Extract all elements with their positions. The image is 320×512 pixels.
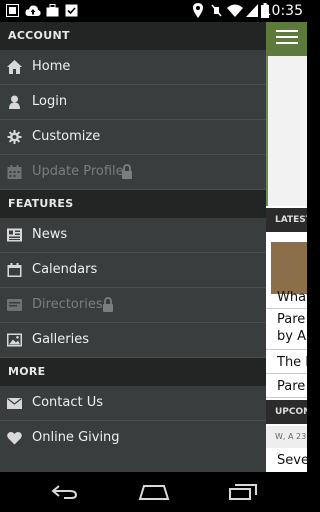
notification-icon (6, 4, 19, 17)
latest-section-header: LATEST (266, 208, 307, 232)
drawer-item-calendars[interactable]: Calendars (0, 253, 266, 288)
section-header-account: ACCOUNT (0, 22, 266, 50)
drawer-item-label: News (32, 227, 68, 242)
drawer-item-contact-us[interactable]: Contact Us (0, 386, 266, 421)
home-button[interactable] (138, 484, 170, 500)
envelope-icon (7, 398, 22, 409)
upcoming-section-header: UPCOM (266, 400, 307, 424)
event-row[interactable]: Seve (266, 450, 307, 472)
drawer-item-label: Galleries (32, 332, 89, 347)
heart-icon (7, 432, 22, 445)
news-row[interactable]: Pare (266, 375, 307, 398)
checkbox-icon (65, 4, 78, 17)
calendar-icon (7, 263, 22, 277)
background-app: LATEST What Pare by Al The I Pare UPCOM … (266, 22, 307, 472)
system-nav-bar (0, 472, 307, 512)
navigation-drawer: ACCOUNT Home Login Customize Update Prof… (0, 22, 266, 472)
directory-icon (7, 299, 22, 311)
event-date: W, A 23 (266, 426, 307, 448)
gear-icon (7, 130, 22, 144)
news-row[interactable]: The I (266, 351, 307, 374)
drawer-item-label: Login (32, 94, 68, 109)
drawer-item-label: Customize (32, 129, 101, 144)
drawer-item-galleries[interactable]: Galleries (0, 323, 266, 358)
drawer-item-directories[interactable]: Directories (0, 288, 266, 323)
hero-banner (266, 56, 307, 206)
drawer-item-update-profile[interactable]: Update Profile (0, 155, 266, 190)
drawer-item-label: Calendars (32, 262, 98, 277)
drawer-item-label: Update Profile (32, 164, 124, 179)
signal-icon (246, 4, 258, 17)
drawer-item-label: Home (32, 59, 71, 74)
news-row[interactable]: What (266, 286, 307, 309)
no-sound-icon (211, 4, 222, 17)
drawer-item-customize[interactable]: Customize (0, 120, 266, 155)
cloud-upload-icon (25, 5, 41, 16)
recents-button[interactable] (229, 484, 257, 500)
gallery-icon (7, 333, 22, 347)
user-icon (9, 95, 20, 109)
drawer-item-login[interactable]: Login (0, 85, 266, 120)
lock-icon (103, 297, 113, 312)
calendar-icon (7, 165, 22, 179)
drawer-item-label: Contact Us (32, 395, 103, 410)
drawer-item-label: Directories (32, 297, 103, 312)
section-header-more: MORE (0, 358, 266, 386)
drawer-item-online-giving[interactable]: Online Giving (0, 421, 266, 455)
drawer-item-label: Online Giving (32, 430, 120, 445)
lock-icon (122, 164, 132, 179)
news-icon (7, 228, 22, 242)
status-bar: 10:35 (0, 0, 307, 22)
briefcase-icon (46, 4, 59, 17)
menu-icon[interactable] (276, 30, 298, 48)
app-toolbar (266, 22, 307, 56)
news-row[interactable]: Pare (266, 310, 307, 330)
back-button[interactable] (50, 485, 78, 499)
status-time: 10:35 (262, 3, 303, 19)
home-icon (7, 60, 22, 74)
location-icon (193, 3, 203, 18)
news-row[interactable]: by Al (266, 328, 307, 350)
wifi-icon (227, 4, 243, 17)
section-header-features: FEATURES (0, 190, 266, 218)
banner-edge (266, 56, 268, 206)
drawer-item-news[interactable]: News (0, 218, 266, 253)
drawer-item-home[interactable]: Home (0, 50, 266, 85)
